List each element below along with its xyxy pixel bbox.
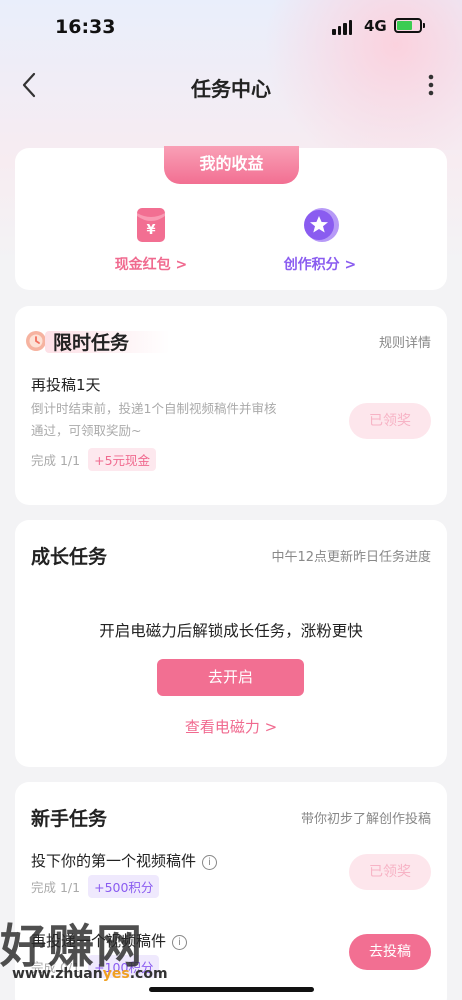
page-title: 任务中心 <box>191 77 271 101</box>
cash-redpacket-label: 现金红包 > <box>114 257 188 273</box>
newbie-task-title: 新手任务 <box>31 808 108 830</box>
status-bar: 16:33 4G <box>0 0 462 56</box>
view-electromagnetic-link[interactable]: 查看电磁力 > <box>15 716 447 737</box>
rules-link[interactable]: 规则详情 <box>379 332 431 351</box>
task-desc-line1: 倒计时结束前，投递1个自制视频稿件并审核 <box>31 401 277 416</box>
task-name: 投下你的第一个视频稿件 <box>31 852 197 870</box>
creation-points-label: 创作积分 > <box>283 257 357 273</box>
watermark-url-suffix: .com <box>129 966 168 982</box>
claimed-button[interactable]: 已领奖 <box>349 403 431 439</box>
cash-redpacket-entry[interactable]: ¥ 现金红包 > <box>71 204 231 274</box>
task-progress: 完成 1/1 <box>31 453 81 468</box>
submit-video-button[interactable]: 去投稿 <box>349 934 431 970</box>
task-progress-row: 完成 1/1 +500积分 <box>31 875 160 898</box>
earnings-card: 我的收益 ¥ 现金红包 > 创作积分 > <box>15 146 447 290</box>
red-envelope-icon: ¥ <box>130 204 172 246</box>
info-icon[interactable]: i <box>172 935 188 950</box>
battery-icon <box>394 18 422 33</box>
growth-task-card: 成长任务 中午12点更新昨日任务进度 开启电磁力后解锁成长任务，涨粉更快 去开启… <box>15 520 447 767</box>
home-indicator[interactable] <box>149 987 314 992</box>
star-coin-icon <box>299 204 341 246</box>
info-icon[interactable]: i <box>202 855 218 870</box>
svg-text:¥: ¥ <box>146 223 155 238</box>
task-name-row: 投下你的第一个视频稿件 i <box>31 850 218 871</box>
signal-icon <box>332 19 352 35</box>
watermark-url-highlight: yes <box>102 966 130 982</box>
enable-button[interactable]: 去开启 <box>157 659 304 696</box>
task-progress: 完成 1/1 <box>31 880 81 895</box>
task-desc-line2: 通过，可领取奖励~ <box>31 423 142 438</box>
more-icon[interactable] <box>428 74 434 96</box>
reward-badge: +5元现金 <box>88 448 157 471</box>
status-time: 16:33 <box>55 16 116 38</box>
growth-note: 中午12点更新昨日任务进度 <box>271 550 431 565</box>
watermark-url: www.zhuanyes.com <box>12 966 168 982</box>
limited-task-title: 限时任务 <box>53 332 130 354</box>
task-name: 再投稿1天 <box>31 376 101 394</box>
growth-message: 开启电磁力后解锁成长任务，涨粉更快 <box>99 622 363 640</box>
nav-bar: 任务中心 <box>0 60 462 110</box>
claimed-button[interactable]: 已领奖 <box>349 854 431 890</box>
limited-task-card: 限时任务 规则详情 再投稿1天 倒计时结束前，投递1个自制视频稿件并审核 通过，… <box>15 306 447 505</box>
growth-task-title: 成长任务 <box>31 546 108 568</box>
newbie-note: 带你初步了解创作投稿 <box>300 812 431 827</box>
creation-points-entry[interactable]: 创作积分 > <box>240 204 400 274</box>
reward-badge: +500积分 <box>88 875 160 898</box>
watermark-url-prefix: www.zhuan <box>12 966 103 982</box>
battery-tip <box>423 23 425 28</box>
earnings-tab: 我的收益 <box>164 146 299 184</box>
task-progress-row: 完成 1/1 +5元现金 <box>31 448 157 471</box>
network-type: 4G <box>364 17 387 35</box>
